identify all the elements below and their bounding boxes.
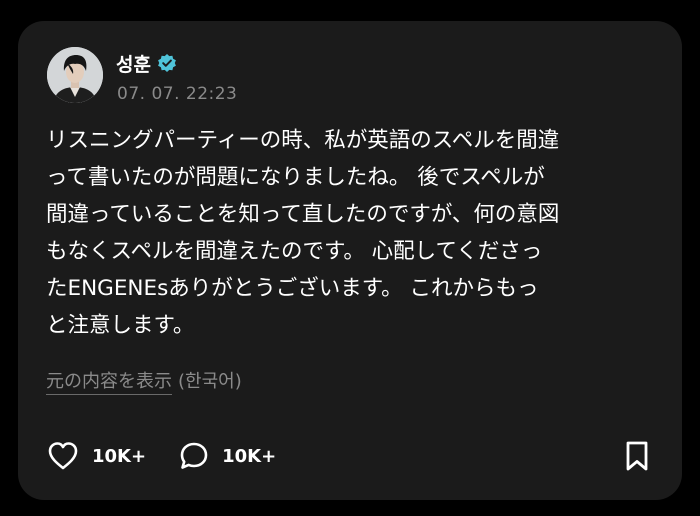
original-language-label: (한국어) (178, 371, 242, 392)
author-name[interactable]: 성훈 (116, 50, 151, 77)
author-row: 성훈 (116, 50, 177, 77)
bookmark-button[interactable] (622, 439, 652, 477)
post-card: 성훈 07. 07. 22:23 リスニングパーティーの時、私が英語のスペルを間… (18, 21, 682, 500)
verified-badge-icon (157, 53, 177, 73)
post-body: リスニングパーティーの時、私が英語のスペルを間違 って書いたのが問題になりました… (46, 128, 560, 338)
like-button[interactable]: 10K+ (46, 440, 146, 472)
like-count: 10K+ (92, 445, 147, 467)
avatar[interactable] (47, 47, 103, 103)
action-bar: 10K+ 10K+ (46, 439, 308, 473)
comment-count: 10K+ (222, 445, 277, 467)
translation-row: 元の内容を表示 (한국어) (46, 367, 242, 395)
heart-icon (46, 440, 80, 472)
bookmark-icon (622, 441, 652, 477)
speech-bubble-icon (178, 440, 210, 472)
show-original-link[interactable]: 元の内容を表示 (46, 367, 172, 395)
comment-button[interactable]: 10K+ (178, 440, 276, 472)
post-timestamp: 07. 07. 22:23 (117, 84, 238, 104)
